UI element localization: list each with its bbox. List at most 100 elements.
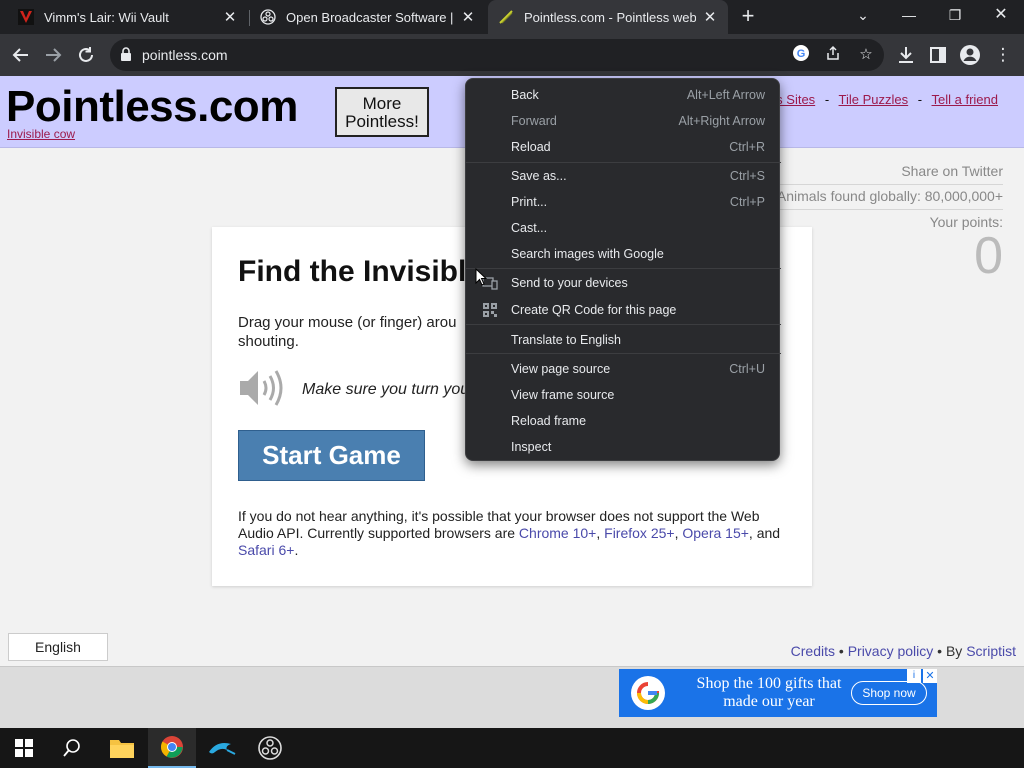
menu-item-label: Back [511,88,539,102]
search-icon[interactable] [48,728,96,768]
svg-text:G: G [797,48,806,60]
period: . [294,542,299,558]
more-pointless-button[interactable]: More Pointless! [335,87,429,137]
language-select[interactable]: English [8,633,108,661]
header-link[interactable]: Tile Puzzles [839,92,909,107]
share-twitter-link[interactable]: Share on Twitter [763,160,1003,185]
star-icon[interactable]: ☆ [855,44,877,66]
menu-item-view-source[interactable]: View page source Ctrl+U [466,356,781,382]
menu-divider [466,353,781,354]
close-icon[interactable]: ✕ [460,8,476,26]
menu-item-back[interactable]: Back Alt+Left Arrow [466,82,781,108]
side-panel-icon[interactable] [925,42,951,68]
restore-button[interactable]: ❐ [932,0,978,30]
menu-item-reload[interactable]: Reload Ctrl+R [466,134,781,160]
tab-title: Open Broadcaster Software | OB [286,9,454,25]
menu-item-label: Reload frame [511,414,587,428]
profile-icon[interactable] [957,42,983,68]
tab-vimms-lair[interactable]: Vimm's Lair: Wii Vault ✕ [8,0,248,34]
tab-strip: Vimm's Lair: Wii Vault ✕ Open Broadcaste… [0,0,1024,34]
link-separator: - [824,92,830,107]
menu-item-forward[interactable]: Forward Alt+Right Arrow [466,108,781,134]
ad-info-icon[interactable]: i [907,669,921,683]
google-icon[interactable]: G [790,44,812,66]
header-link[interactable]: Tell a friend [932,92,998,107]
file-explorer-icon[interactable] [98,728,146,768]
reload-icon[interactable] [73,42,99,68]
browser-link[interactable]: Firefox 25+ [604,525,674,541]
menu-item-label: Inspect [511,440,552,454]
game-link[interactable]: Invisible cow [7,127,75,141]
speaker-icon [238,367,288,409]
tab-title: Pointless.com - Pointless websit [524,9,696,25]
menu-item-view-frame-source[interactable]: View frame source [466,382,781,408]
menu-divider [466,268,781,269]
ad-close-icon[interactable]: ✕ [923,669,937,683]
menu-item-search-images[interactable]: Search images with Google [466,241,781,267]
tab-search-icon[interactable]: ⌄ [840,0,886,30]
windows-start-icon[interactable] [0,728,48,768]
close-window-button[interactable]: ✕ [978,0,1024,30]
link-separator: - [917,92,923,107]
menu-item-cast[interactable]: Cast... [466,215,781,241]
menu-item-shortcut: Alt+Left Arrow [686,88,765,102]
comma: , [596,525,605,541]
browser-link[interactable]: Opera 15+ [682,525,749,541]
privacy-link[interactable]: Privacy policy [848,643,934,659]
shop-now-button[interactable]: Shop now [851,681,927,705]
new-tab-button[interactable]: + [736,4,760,30]
minimize-button[interactable]: — [886,0,932,30]
ad-strip: Shop the 100 gifts that made our year Sh… [0,666,1024,728]
browser-support-note: If you do not hear anything, it's possib… [238,508,788,559]
bullet: • [937,643,943,659]
menu-item-shortcut: Alt+Right Arrow [678,114,766,128]
menu-item-shortcut: Ctrl+U [729,362,765,376]
google-shopping-icon [631,676,665,710]
chrome-icon[interactable] [148,728,196,768]
vimm-icon [18,9,34,25]
menu-item-reload-frame[interactable]: Reload frame [466,408,781,434]
address-bar[interactable]: pointless.com G ☆ [110,39,884,71]
menu-item-print[interactable]: Print... Ctrl+P [466,189,781,215]
mouse-cursor-icon [475,267,488,286]
close-icon[interactable]: ✕ [702,8,718,26]
menu-item-label: Search images with Google [511,247,664,261]
more-menu-icon[interactable]: ⋮ [990,42,1016,68]
tab-obs[interactable]: Open Broadcaster Software | OB ✕ [250,0,486,34]
download-icon[interactable] [893,42,919,68]
menu-item-qr-code[interactable]: Create QR Code for this page [466,297,781,323]
bullet: • [838,643,844,659]
browser-link[interactable]: Safari 6+ [238,542,294,558]
menu-item-label: Print... [511,195,548,209]
context-menu: Back Alt+Left Arrow Forward Alt+Right Ar… [465,78,781,461]
menu-item-send-to-devices[interactable]: Send to your devices [466,270,781,296]
credits-link[interactable]: Credits [791,643,835,659]
obs-taskbar-icon[interactable] [246,728,294,768]
start-game-button[interactable]: Start Game [238,430,425,481]
pointless-icon [498,9,514,25]
forward-arrow-icon[interactable] [40,42,66,68]
menu-item-inspect[interactable]: Inspect [466,434,781,460]
menu-item-save-as[interactable]: Save as... Ctrl+S [466,163,781,189]
author-link[interactable]: Scriptist [966,643,1016,659]
game-heading: Find the Invisibl [238,255,467,288]
ad-banner[interactable]: Shop the 100 gifts that made our year Sh… [619,669,937,717]
tab-pointless[interactable]: Pointless.com - Pointless websit ✕ [488,0,728,34]
menu-item-label: Save as... [511,169,567,183]
footer-credits: Credits • Privacy policy • By Scriptist [791,643,1016,659]
dolphin-emulator-icon[interactable] [198,728,246,768]
by-text: By [945,643,963,659]
menu-divider [466,324,781,325]
lock-icon[interactable] [120,47,132,61]
site-title[interactable]: Pointless.com [6,82,298,132]
close-icon[interactable]: ✕ [222,8,238,26]
menu-item-translate[interactable]: Translate to English [466,327,781,353]
back-arrow-icon[interactable] [8,42,34,68]
menu-item-label: Reload [511,140,551,154]
and-text: , and [748,525,781,541]
obs-icon [260,9,276,25]
header-links: ss Sites - Tile Puzzles - Tell a friend [770,92,998,107]
menu-item-label: Send to your devices [511,276,628,290]
share-icon[interactable] [822,44,844,66]
browser-link[interactable]: Chrome 10+ [519,525,596,541]
